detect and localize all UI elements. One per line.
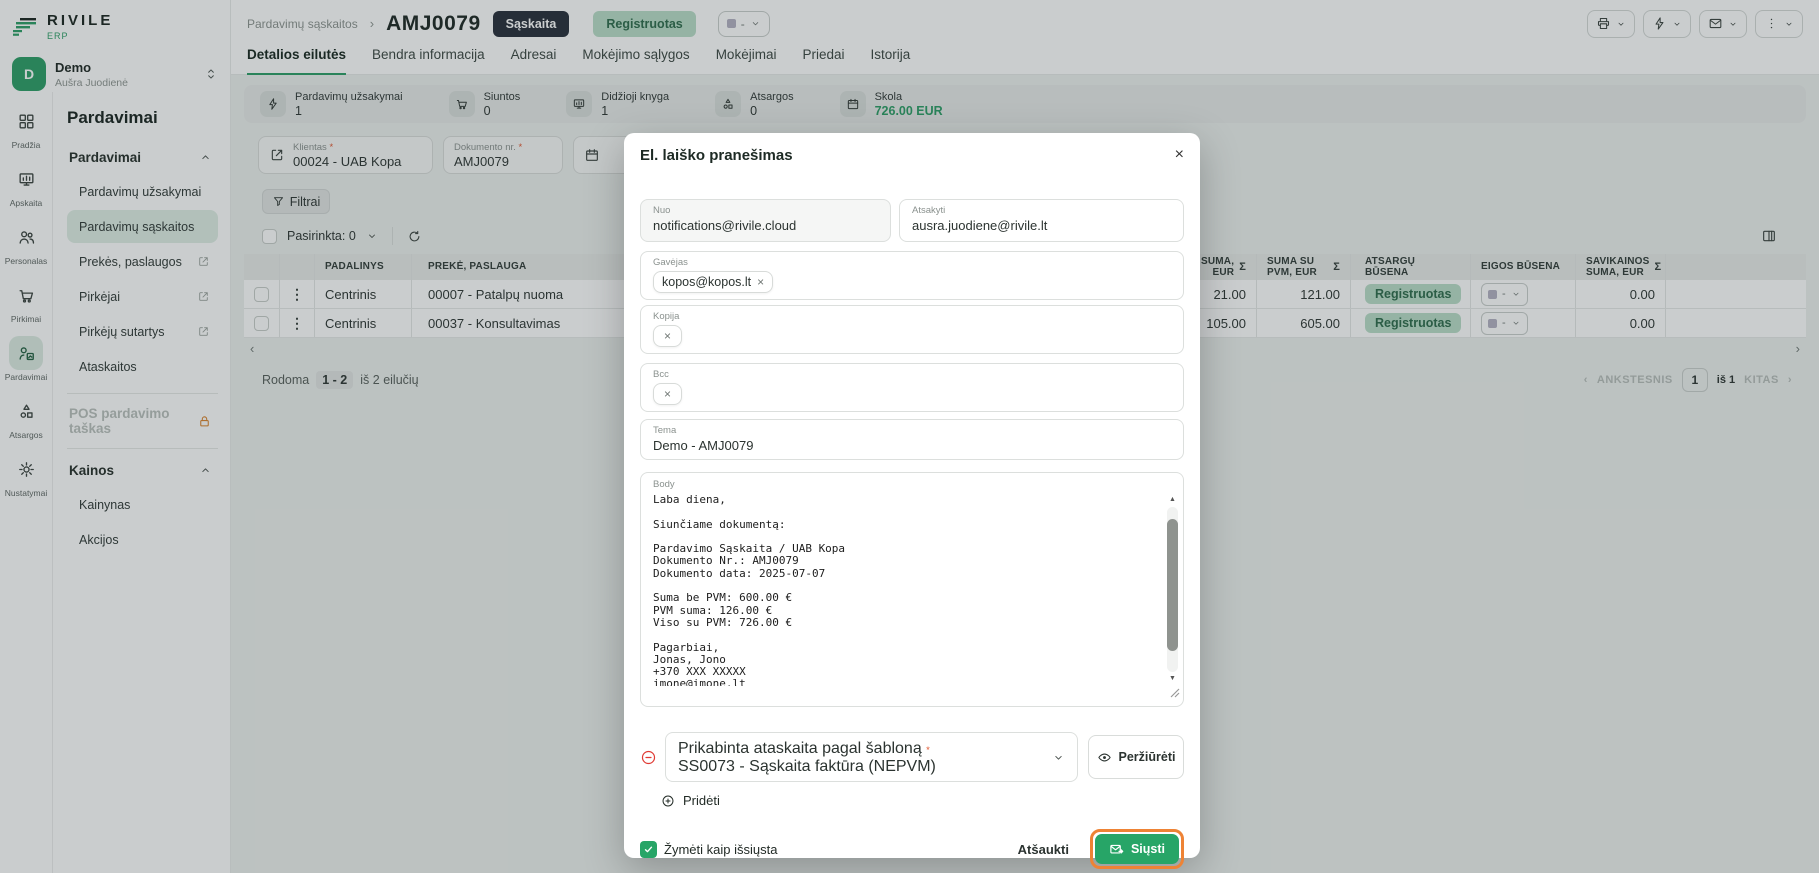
cc-field[interactable]: Kopija × (640, 305, 1184, 354)
recipients-field[interactable]: Gavėjas kopos@kopos.lt × (640, 251, 1184, 300)
plus-circle-icon (661, 794, 675, 808)
subject-value: Demo - AMJ0079 (653, 438, 1171, 453)
resize-handle[interactable] (1170, 685, 1180, 703)
attachment-row: Prikabinta ataskaita pagal šabloną * SS0… (640, 732, 1184, 782)
reply-to-field[interactable]: Atsakyti ausra.juodiene@rivile.lt (899, 199, 1184, 242)
scrollbar-thumb[interactable] (1167, 519, 1178, 651)
bcc-chip: × (653, 383, 682, 405)
chevron-down-icon (1052, 751, 1065, 764)
cancel-button[interactable]: Atšaukti (1018, 842, 1069, 857)
scroll-up-icon[interactable]: ▲ (1169, 495, 1176, 505)
body-scrollbar[interactable]: ▲ ▼ (1165, 495, 1180, 684)
close-icon[interactable]: × (1175, 147, 1184, 163)
bcc-field[interactable]: Bcc × (640, 363, 1184, 412)
modal-footer: Žymėti kaip išsiųsta Atšaukti Siųsti (640, 829, 1184, 869)
remove-chip-icon[interactable]: × (664, 329, 671, 343)
from-value: notifications@rivile.cloud (653, 218, 878, 233)
subject-field[interactable]: Tema Demo - AMJ0079 (640, 419, 1184, 460)
send-mail-icon (1109, 842, 1124, 857)
body-field[interactable]: Body Laba diena, Siunčiame dokumentą: Pa… (640, 472, 1184, 707)
preview-button[interactable]: Peržiūrėti (1088, 735, 1184, 779)
send-button[interactable]: Siųsti (1095, 834, 1179, 864)
reply-to-value: ausra.juodiene@rivile.lt (912, 218, 1171, 233)
send-button-focus-ring: Siųsti (1090, 829, 1184, 869)
scroll-down-icon[interactable]: ▼ (1169, 674, 1176, 684)
remove-attachment-icon[interactable] (640, 749, 657, 766)
mark-sent-label: Žymėti kaip išsiųsta (664, 842, 777, 857)
recipient-chip: kopos@kopos.lt × (653, 271, 773, 293)
eye-icon (1097, 750, 1112, 765)
add-attachment-button[interactable]: Pridėti (661, 793, 1184, 808)
cc-chip: × (653, 325, 682, 347)
remove-chip-icon[interactable]: × (664, 387, 671, 401)
email-body-text[interactable]: Laba diena, Siunčiame dokumentą: Pardavi… (653, 494, 1153, 686)
mark-sent-checkbox[interactable] (640, 841, 657, 858)
modal-title: El. laiško pranešimas (640, 147, 793, 164)
from-field: Nuo notifications@rivile.cloud (640, 199, 891, 242)
template-select[interactable]: Prikabinta ataskaita pagal šabloną * SS0… (665, 732, 1078, 782)
template-value: SS0073 - Sąskaita faktūra (NEPVM) (678, 758, 1065, 776)
scrollbar-track[interactable] (1167, 507, 1178, 672)
remove-chip-icon[interactable]: × (757, 275, 764, 289)
email-modal: El. laiško pranešimas × Nuo notification… (624, 133, 1200, 858)
